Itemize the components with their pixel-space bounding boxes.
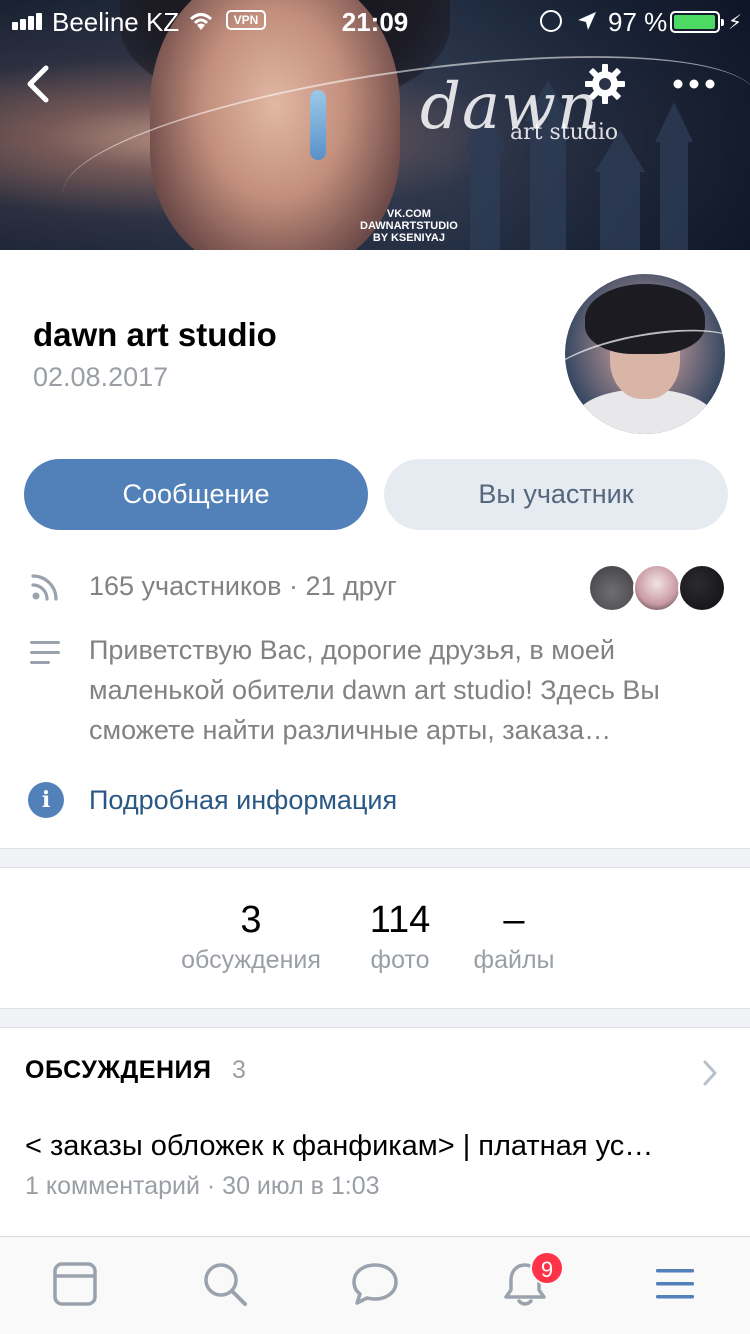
cover-brand-sub: art studio xyxy=(510,120,619,145)
back-chevron-icon[interactable] xyxy=(20,62,60,106)
cover-credit-line1: VK.COM xyxy=(386,208,431,220)
charging-bolt-icon: ⚡ xyxy=(728,12,743,34)
menu-tab-icon[interactable] xyxy=(650,1259,700,1309)
cover-credit: VK.COM DAWNARTSTUDIO BY KSENIYAJ xyxy=(360,208,458,244)
status-bar: Beeline KZ VPN 21:09 97 % ⚡ xyxy=(0,0,750,40)
avatar[interactable] xyxy=(565,274,725,434)
battery-icon xyxy=(670,11,724,33)
counter-files[interactable]: – файлы xyxy=(468,896,560,976)
members-count: 165 участников · 21 друг xyxy=(89,571,397,601)
location-icon xyxy=(578,12,596,30)
topic-meta: 1 комментарий · 30 июл в 1:03 xyxy=(25,1172,380,1200)
discussions-count: 3 xyxy=(232,1056,246,1084)
friend-avatar[interactable] xyxy=(678,564,726,612)
battery-fill xyxy=(674,15,715,29)
info-icon: i xyxy=(28,782,64,818)
gear-icon[interactable] xyxy=(583,62,627,106)
description-row[interactable]: Приветствую Вас, дорогие друзья, в моей … xyxy=(0,630,750,750)
search-tab-icon[interactable] xyxy=(200,1259,250,1309)
notification-badge: 9 xyxy=(530,1251,564,1285)
rotation-lock-icon xyxy=(540,10,562,32)
messages-tab-icon[interactable] xyxy=(350,1259,400,1309)
tab-bar: 9 xyxy=(0,1236,750,1334)
section-divider xyxy=(0,1008,750,1028)
discussions-header[interactable]: ОБСУЖДЕНИЯ xyxy=(25,1056,211,1085)
counter-label: фото xyxy=(370,946,430,974)
friend-avatar[interactable] xyxy=(633,564,681,612)
counter-label: файлы xyxy=(473,946,555,974)
section-divider xyxy=(0,848,750,868)
details-row[interactable]: i Подробная информация xyxy=(0,780,750,820)
members-row[interactable]: 165 участников · 21 друг xyxy=(0,564,750,612)
counter-photos[interactable]: 114 фото xyxy=(355,896,445,976)
chevron-right-icon[interactable] xyxy=(700,1058,720,1088)
message-button[interactable]: Сообщение xyxy=(24,459,368,530)
more-dots-icon[interactable] xyxy=(672,72,716,96)
news-tab-icon[interactable] xyxy=(50,1259,100,1309)
group-description: Приветствую Вас, дорогие друзья, в моей … xyxy=(89,635,660,745)
counter-value: 3 xyxy=(240,899,262,941)
counter-value: 114 xyxy=(369,899,431,941)
battery-percent: 97 % xyxy=(608,7,668,37)
friend-avatar[interactable] xyxy=(588,564,636,612)
group-name: dawn art studio xyxy=(33,316,277,353)
details-link[interactable]: Подробная информация xyxy=(89,780,397,820)
topic-title[interactable]: < заказы обложек к фанфикам> | платная у… xyxy=(25,1130,730,1163)
cover-credit-line3: BY KSENIYAJ xyxy=(372,232,445,244)
cover-credit-line2: DAWNARTSTUDIO xyxy=(360,220,458,232)
counter-label: обсуждения xyxy=(181,946,321,974)
member-button[interactable]: Вы участник xyxy=(384,459,728,530)
counter-value: – xyxy=(503,899,525,941)
group-date: 02.08.2017 xyxy=(33,362,169,392)
counter-discussions[interactable]: 3 обсуждения xyxy=(172,896,330,976)
text-lines-icon xyxy=(30,641,60,664)
rss-icon xyxy=(31,574,58,601)
